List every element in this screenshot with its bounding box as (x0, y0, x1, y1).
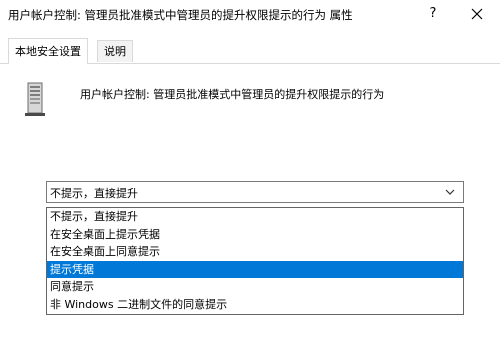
server-icon (25, 82, 45, 116)
dropdown-list: 不提示，直接提升 在安全桌面上提示凭据 在安全桌面上同意提示 提示凭据 同意提示… (46, 207, 464, 315)
title-bar: 用户帐户控制: 管理员批准模式中管理员的提升权限提示的行为 属性 ? (0, 0, 500, 30)
option-consent-secure-desktop[interactable]: 在安全桌面上同意提示 (47, 243, 463, 261)
option-consent-prompt[interactable]: 同意提示 (47, 278, 463, 296)
close-button[interactable] (466, 3, 488, 25)
chevron-down-icon (445, 189, 455, 195)
option-non-windows-binaries-consent[interactable]: 非 Windows 二进制文件的同意提示 (47, 296, 463, 314)
tab-explain[interactable]: 说明 (97, 40, 133, 62)
policy-name: 用户帐户控制: 管理员批准模式中管理员的提升权限提示的行为 (80, 88, 385, 101)
help-button[interactable]: ? (422, 3, 444, 25)
tab-local-security-setting[interactable]: 本地安全设置 (8, 38, 88, 64)
close-icon (471, 8, 483, 20)
option-prompt-credentials[interactable]: 提示凭据 (47, 260, 463, 278)
tab-strip: 本地安全设置 说明 (0, 38, 500, 64)
option-no-prompt-elevate[interactable]: 不提示，直接提升 (47, 208, 463, 226)
combobox-value: 不提示，直接提升 (50, 187, 138, 200)
setting-combobox[interactable]: 不提示，直接提升 (46, 181, 464, 203)
window-title: 用户帐户控制: 管理员批准模式中管理员的提升权限提示的行为 属性 (8, 8, 353, 22)
option-credentials-secure-desktop[interactable]: 在安全桌面上提示凭据 (47, 226, 463, 244)
